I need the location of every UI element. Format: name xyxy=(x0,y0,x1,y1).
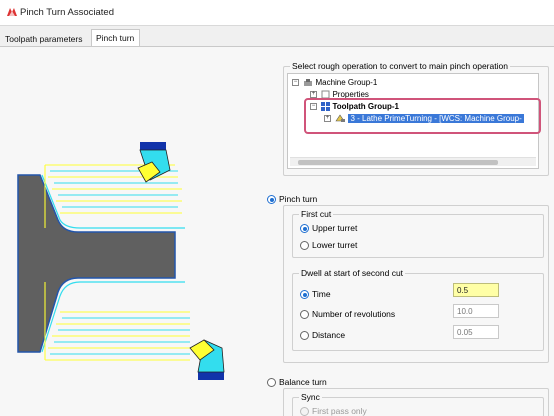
tab-toolpath-parameters[interactable]: Toolpath parameters xyxy=(1,31,87,47)
dwell-distance-label: Distance xyxy=(312,330,346,340)
lower-tool-icon xyxy=(189,339,225,380)
radio-indicator[interactable] xyxy=(300,224,309,234)
window-title: Pinch Turn Associated xyxy=(20,7,114,18)
collapse-icon[interactable]: − xyxy=(292,79,299,87)
pinch-turn-radio[interactable]: Pinch turn xyxy=(267,194,318,205)
first-pass-only-label: First pass only xyxy=(312,406,367,416)
first-cut-label: First cut xyxy=(299,209,334,219)
upper-tool-icon xyxy=(137,142,171,183)
dwell-time-label: Time xyxy=(312,289,331,299)
dwell-label: Dwell at start of second cut xyxy=(299,268,406,278)
dwell-revolutions-input[interactable]: 10.0 xyxy=(453,304,499,318)
balance-turn-radio[interactable]: Balance turn xyxy=(267,377,327,388)
dwell-revolutions-label: Number of revolutions xyxy=(312,309,396,319)
lower-turret-radio[interactable]: Lower turret xyxy=(300,240,358,251)
radio-indicator[interactable] xyxy=(300,290,309,300)
radio-indicator[interactable] xyxy=(300,331,309,341)
tab-pinch-turn[interactable]: Pinch turn xyxy=(91,29,140,47)
upper-turret-label: Upper turret xyxy=(312,223,358,233)
pinch-turn-label: Pinch turn xyxy=(279,194,318,204)
radio-indicator[interactable] xyxy=(300,407,309,416)
balance-turn-label: Balance turn xyxy=(279,377,327,387)
dwell-distance-input[interactable]: 0.05 xyxy=(453,325,499,339)
scrollbar-thumb[interactable] xyxy=(298,160,498,165)
lower-turret-label: Lower turret xyxy=(312,240,358,250)
tree-item-machine-group[interactable]: − Machine Group-1 xyxy=(292,78,377,89)
app-icon xyxy=(7,8,17,16)
machine-icon xyxy=(304,79,313,87)
dwell-revolutions-radio[interactable]: Number of revolutions xyxy=(300,309,396,320)
selection-highlight-box xyxy=(304,98,541,134)
dwell-distance-radio[interactable]: Distance xyxy=(300,330,346,341)
tree-item-label: Machine Group-1 xyxy=(315,78,378,87)
first-cut-group: First cut xyxy=(292,209,544,258)
upper-turret-radio[interactable]: Upper turret xyxy=(300,223,358,234)
radio-indicator[interactable] xyxy=(300,310,309,320)
radio-indicator[interactable] xyxy=(267,378,276,388)
dwell-time-input[interactable]: 0.5 xyxy=(453,283,499,297)
operation-select-label: Select rough operation to convert to mai… xyxy=(290,61,510,71)
workpiece-shape xyxy=(17,174,176,353)
lower-toolpath-passes xyxy=(44,282,190,361)
dwell-time-radio[interactable]: Time xyxy=(300,289,331,300)
radio-indicator[interactable] xyxy=(300,241,309,251)
sync-label: Sync xyxy=(299,392,322,402)
radio-indicator[interactable] xyxy=(267,195,276,205)
pinch-turn-illustration xyxy=(17,142,225,380)
tree-horizontal-scrollbar[interactable] xyxy=(290,157,536,166)
first-pass-only-radio[interactable]: First pass only xyxy=(300,406,367,416)
